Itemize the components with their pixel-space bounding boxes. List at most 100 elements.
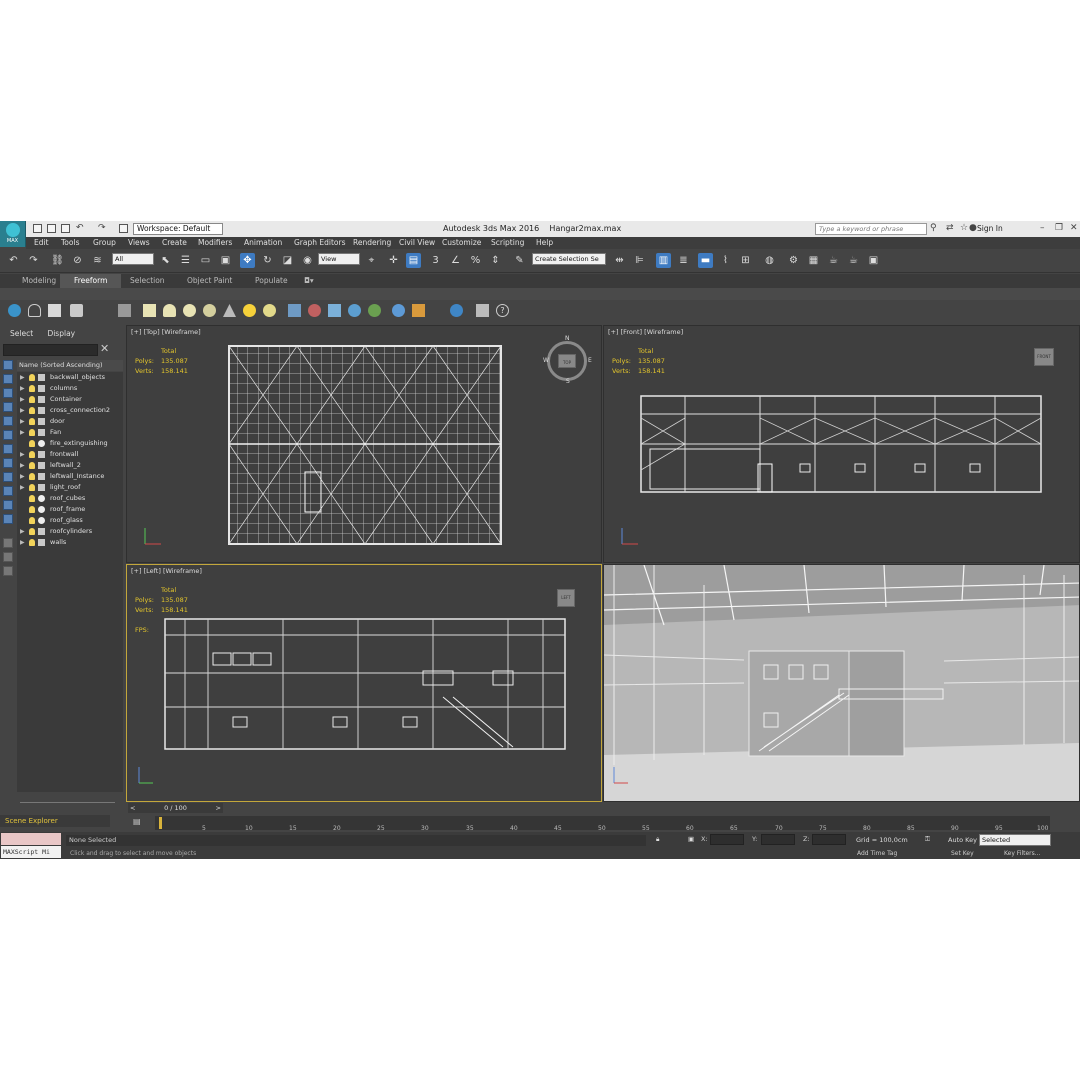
save-file-icon[interactable] xyxy=(61,224,70,233)
scene-tree-item[interactable]: roof_cubes xyxy=(17,493,123,504)
menu-group[interactable]: Group xyxy=(93,238,116,247)
display-frozen-icon[interactable] xyxy=(3,500,13,510)
expand-arrow-icon[interactable]: ▶ xyxy=(20,449,25,460)
space-warp-icon[interactable] xyxy=(450,304,463,317)
viewport-label[interactable]: [+] [Front] [Wireframe] xyxy=(608,328,683,336)
visibility-bulb-icon[interactable] xyxy=(29,495,35,502)
column-header-name[interactable]: Name (Sorted Ascending) xyxy=(17,360,123,371)
visibility-bulb-icon[interactable] xyxy=(29,396,35,403)
restore-icon[interactable]: ❐ xyxy=(1055,223,1063,233)
ribbon-options-icon[interactable]: ◘▾ xyxy=(304,276,314,285)
next-frame-icon[interactable]: > xyxy=(216,803,221,813)
sphere-icon[interactable] xyxy=(183,304,196,317)
new-file-icon[interactable] xyxy=(33,224,42,233)
select-rotate-icon[interactable]: ↻ xyxy=(260,253,275,268)
find-icon[interactable] xyxy=(3,552,13,562)
tab-object-paint[interactable]: Object Paint xyxy=(187,276,232,285)
sun-light-icon[interactable] xyxy=(243,304,256,317)
scene-tree-item[interactable]: roof_glass xyxy=(17,515,123,526)
timeline-toggle-icon[interactable]: ▤ xyxy=(133,817,141,826)
close-icon[interactable]: ✕ xyxy=(1070,223,1078,233)
scene-tree-item[interactable]: fire_extinguishing xyxy=(17,438,123,449)
menu-scripting[interactable]: Scripting xyxy=(491,238,524,247)
key-mode-dropdown[interactable]: Selected xyxy=(979,834,1051,846)
layer-explorer-icon[interactable]: ≣ xyxy=(676,253,691,268)
menu-customize[interactable]: Customize xyxy=(442,238,481,247)
sort-icon[interactable] xyxy=(3,566,13,576)
tab-freeform[interactable]: Freeform xyxy=(60,274,122,288)
panel-resize-handle[interactable] xyxy=(20,802,115,810)
expand-arrow-icon[interactable]: ▶ xyxy=(20,526,25,537)
time-slider[interactable]: < 0 / 100 > xyxy=(128,803,223,813)
display-geometry-icon[interactable] xyxy=(3,360,13,370)
curve-editor-icon[interactable]: ⌇ xyxy=(718,253,733,268)
open-file-icon[interactable] xyxy=(47,224,56,233)
menu-rendering[interactable]: Rendering xyxy=(353,238,391,247)
redo-icon[interactable]: ↷ xyxy=(98,223,106,233)
display-groups-icon[interactable] xyxy=(3,444,13,454)
keyboard-shortcut-override-icon[interactable]: ▤ xyxy=(406,253,421,268)
help-search-input[interactable]: Type a keyword or phrase xyxy=(815,223,927,235)
display-containers-icon[interactable] xyxy=(3,486,13,496)
tab-modeling[interactable]: Modeling xyxy=(22,276,56,285)
viewport-top[interactable]: [+] [Top] [Wireframe] Total Polys: 135.08… xyxy=(126,325,602,563)
scene-explorer-toggle-icon[interactable]: ▥ xyxy=(656,253,671,268)
project-folder-icon[interactable] xyxy=(119,224,128,233)
scene-tree-item[interactable]: ▶ Fan xyxy=(17,427,123,438)
scene-tree-item[interactable]: ▶ frontwall xyxy=(17,449,123,460)
menu-tools[interactable]: Tools xyxy=(61,238,79,247)
undo-tool-icon[interactable]: ↶ xyxy=(6,253,21,268)
foliage-icon[interactable] xyxy=(368,304,381,317)
visibility-bulb-icon[interactable] xyxy=(29,517,35,524)
visibility-bulb-icon[interactable] xyxy=(29,539,35,546)
geometry-icon[interactable] xyxy=(8,304,21,317)
viewport-front[interactable]: [+] [Front] [Wireframe] Total Polys: 135.… xyxy=(603,325,1080,563)
material-editor-icon[interactable]: ◍ xyxy=(762,253,777,268)
select-place-icon[interactable]: ◉ xyxy=(300,253,315,268)
viewcube-front[interactable]: FRONT xyxy=(1034,348,1054,366)
select-scale-icon[interactable]: ◪ xyxy=(280,253,295,268)
tab-selection[interactable]: Selection xyxy=(130,276,165,285)
visibility-bulb-icon[interactable] xyxy=(29,374,35,381)
select-move-icon[interactable]: ✥ xyxy=(240,253,255,268)
z-coordinate-field[interactable] xyxy=(812,834,846,845)
scene-tree-item[interactable]: ▶ roofcylinders xyxy=(17,526,123,537)
selection-filter-dropdown[interactable]: All xyxy=(112,253,154,265)
visibility-bulb-icon[interactable] xyxy=(29,451,35,458)
menu-views[interactable]: Views xyxy=(128,238,150,247)
display-xrefs-icon[interactable] xyxy=(3,458,13,468)
expand-arrow-icon[interactable]: ▶ xyxy=(20,537,25,548)
menu-edit[interactable]: Edit xyxy=(34,238,49,247)
schematic-view-icon[interactable]: ⊞ xyxy=(738,253,753,268)
render-in-cloud-icon[interactable]: ▣ xyxy=(866,253,881,268)
expand-arrow-icon[interactable]: ▶ xyxy=(20,405,25,416)
display-hidden-icon[interactable] xyxy=(3,514,13,524)
tab-select[interactable]: Select xyxy=(10,329,33,338)
menu-modifiers[interactable]: Modifiers xyxy=(198,238,232,247)
binoculars-icon[interactable]: ⚲ xyxy=(930,223,937,233)
scene-tree-item[interactable]: ▶ leftwall_Instance xyxy=(17,471,123,482)
menu-civil-view[interactable]: Civil View xyxy=(399,238,435,247)
display-helpers-icon[interactable] xyxy=(3,416,13,426)
viewport-label[interactable]: [+] [Left] [Wireframe] xyxy=(131,567,202,575)
unlink-icon[interactable]: ⊘ xyxy=(70,253,85,268)
scene-tree-item[interactable]: ▶ door xyxy=(17,416,123,427)
visibility-bulb-icon[interactable] xyxy=(29,528,35,535)
menu-animation[interactable]: Animation xyxy=(244,238,282,247)
window-crossing-icon[interactable]: ▣ xyxy=(218,253,233,268)
expand-arrow-icon[interactable]: ▶ xyxy=(20,383,25,394)
auto-key-button[interactable]: Auto Key xyxy=(948,836,977,844)
menu-create[interactable]: Create xyxy=(162,238,187,247)
cameras-icon[interactable] xyxy=(70,304,83,317)
tab-populate[interactable]: Populate xyxy=(255,276,288,285)
select-object-icon[interactable]: ⬉ xyxy=(158,253,173,268)
expand-arrow-icon[interactable]: ▶ xyxy=(20,394,25,405)
viewcube-left[interactable]: LEFT xyxy=(557,589,575,607)
compound-icon[interactable] xyxy=(328,304,341,317)
expand-arrow-icon[interactable]: ▶ xyxy=(20,416,25,427)
tab-display[interactable]: Display xyxy=(47,329,75,338)
select-link-icon[interactable]: ⛓ xyxy=(50,253,65,268)
expand-arrow-icon[interactable]: ▶ xyxy=(20,482,25,493)
cone-icon[interactable] xyxy=(163,304,176,317)
viewcube-compass[interactable]: TOP N E S W xyxy=(543,335,592,385)
